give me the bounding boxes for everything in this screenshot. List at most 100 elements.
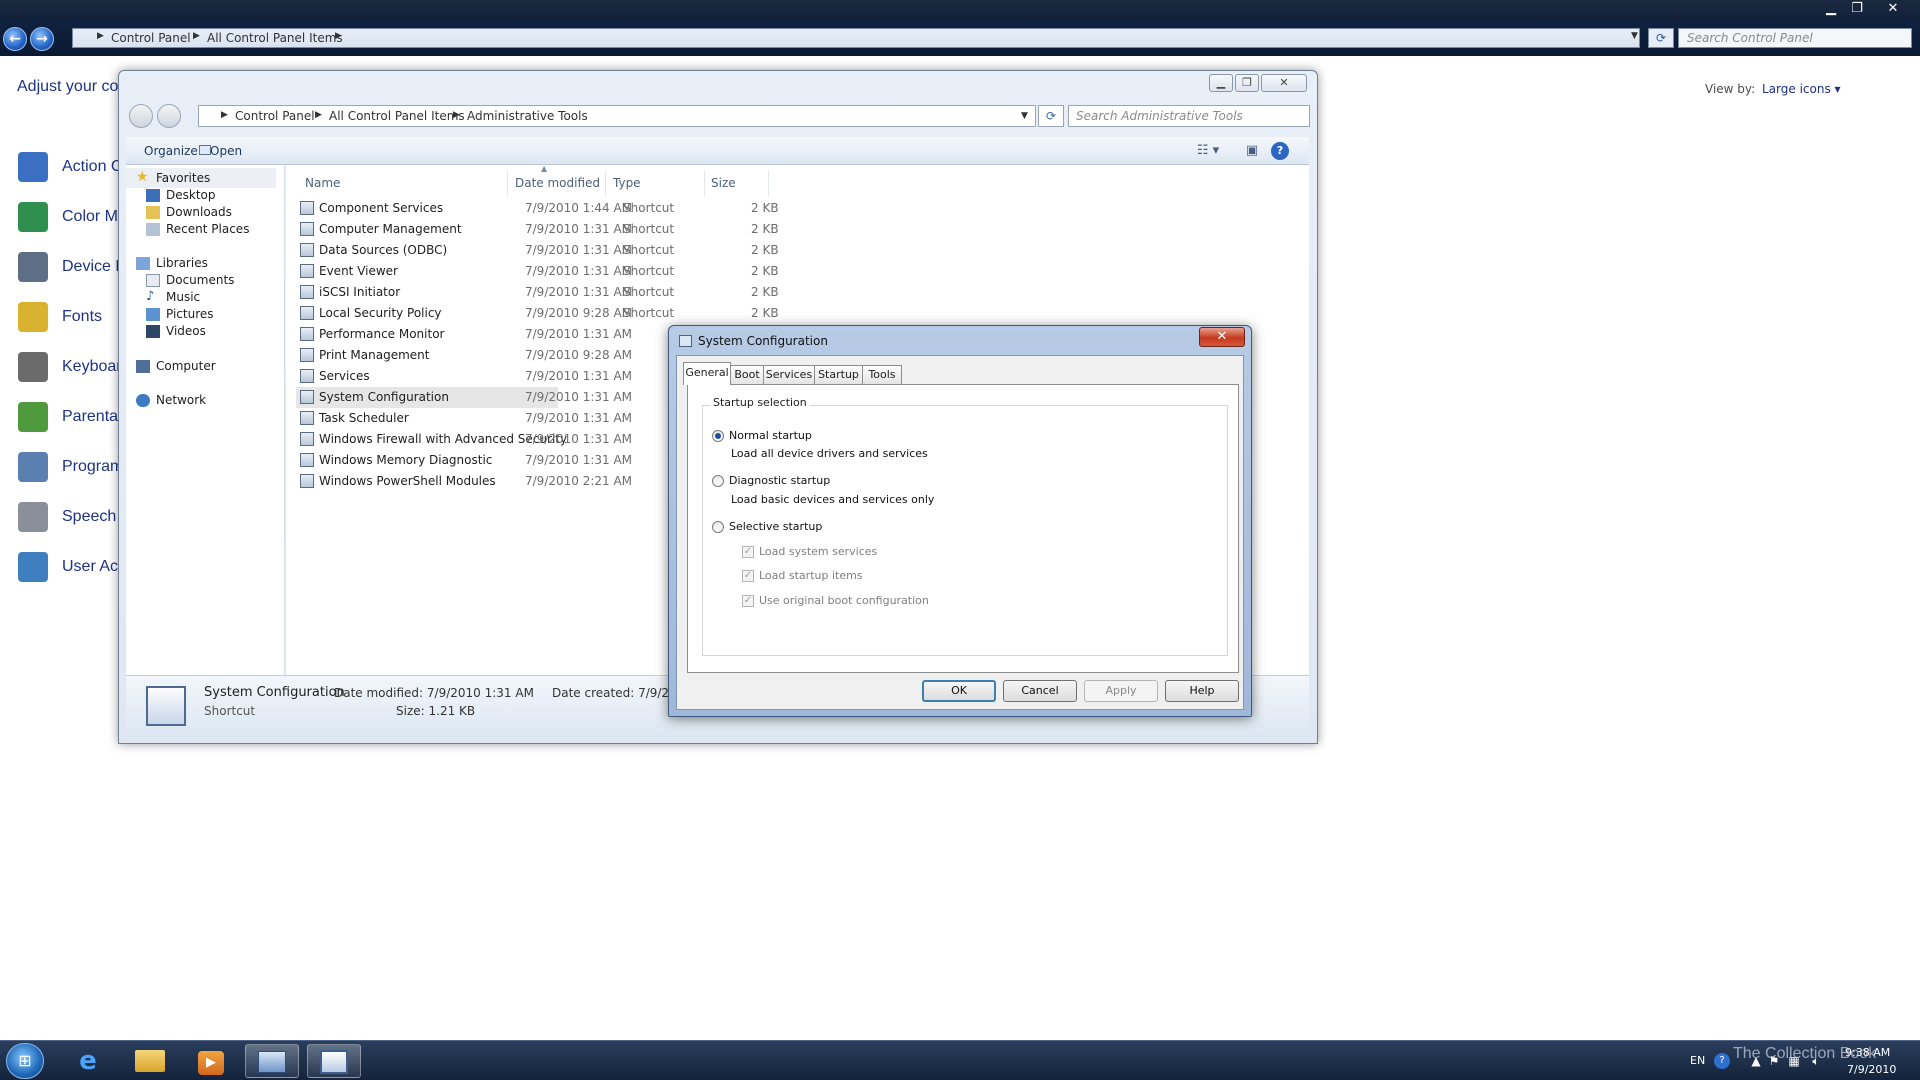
column-header-date[interactable]: Date modified (515, 176, 600, 190)
clock-date[interactable]: 7/9/2010 (1847, 1063, 1896, 1076)
file-date-modified: 7/9/2010 1:31 AM (525, 222, 633, 236)
control-panel-item-label: Keyboar (62, 358, 122, 375)
msconfig-icon (679, 335, 692, 347)
file-row[interactable]: Computer Management 7/9/2010 1:31 AM Short… (296, 219, 1096, 240)
search-input[interactable]: Search Administrative Tools (1068, 105, 1310, 127)
tab-general[interactable]: General (683, 362, 731, 385)
taskbar: ⊞ e ▶ EN ? ▲ ⚑ ▦ 🔈︎ 9:38 AM 7/9/2010 (0, 1040, 1920, 1080)
address-bar[interactable]: ▶ Control Panel ▶ All Control Panel Item… (198, 105, 1036, 127)
chevron-down-icon[interactable]: ▼ (1631, 31, 1638, 41)
open-button[interactable]: Open (210, 144, 242, 158)
help-button[interactable]: Help (1165, 680, 1239, 702)
use-original-boot-checkbox[interactable]: ✓ (742, 595, 754, 607)
downloads-folder-icon (146, 206, 160, 219)
forward-button[interactable] (157, 104, 181, 128)
file-name: Windows Memory Diagnostic (319, 453, 493, 467)
selective-startup-radio[interactable] (712, 521, 724, 533)
diagnostic-startup-label[interactable]: Diagnostic startup (729, 474, 830, 487)
media-player-icon[interactable]: ▶ (184, 1044, 238, 1078)
tab-startup[interactable]: Startup (814, 365, 863, 384)
normal-startup-label[interactable]: Normal startup (729, 429, 812, 442)
shortcut-icon (300, 264, 314, 278)
restore-icon[interactable]: ❐ (1235, 74, 1259, 92)
back-button[interactable]: ← (3, 27, 27, 51)
file-date-modified: 7/9/2010 1:31 AM (525, 432, 633, 446)
file-name: Data Sources (ODBC) (319, 243, 448, 257)
chevron-right-icon: ▶ (453, 110, 460, 120)
file-name: iSCSI Initiator (319, 285, 401, 299)
normal-startup-desc: Load all device drivers and services (731, 447, 928, 460)
file-size: 2 KB (751, 201, 779, 215)
breadcrumb-all-items[interactable]: All Control Panel Items (207, 31, 343, 45)
file-date-modified: 7/9/2010 1:31 AM (525, 243, 633, 257)
cancel-button[interactable]: Cancel (1003, 680, 1077, 702)
file-date-modified: 7/9/2010 9:28 AM (525, 306, 633, 320)
system-configuration-taskbar-button[interactable] (307, 1044, 361, 1078)
start-button[interactable]: ⊞ (6, 1043, 44, 1079)
breadcrumb-all-items[interactable]: All Control Panel Items (329, 109, 465, 123)
file-row[interactable]: Data Sources (ODBC) 7/9/2010 1:31 AM Short… (296, 240, 1096, 261)
file-name: Local Security Policy (319, 306, 442, 320)
forward-button[interactable]: → (30, 27, 54, 51)
control-panel-taskbar-button[interactable] (245, 1044, 299, 1078)
general-tab-panel: Startup selection Normal startup Load al… (687, 384, 1239, 673)
language-indicator[interactable]: EN (1690, 1054, 1705, 1067)
view-by-dropdown[interactable]: Large icons ▾ (1762, 82, 1841, 96)
page-title: Adjust your co (17, 78, 119, 95)
libraries-icon (136, 257, 150, 270)
close-icon[interactable]: ✕ (1870, 0, 1916, 18)
load-startup-items-checkbox[interactable]: ✓ (742, 570, 754, 582)
file-type: Shortcut (623, 201, 675, 215)
file-row[interactable]: Event Viewer 7/9/2010 1:31 AM Shortcut 2 KB (296, 261, 1096, 282)
tab-tools[interactable]: Tools (862, 365, 902, 384)
breadcrumb-administrative-tools[interactable]: Administrative Tools (467, 109, 588, 123)
chevron-down-icon[interactable]: ▼ (1021, 111, 1028, 121)
close-button[interactable]: ✕ (1199, 327, 1245, 347)
diagnostic-startup-radio[interactable] (712, 475, 724, 487)
network-icon (136, 394, 150, 407)
details-kind: Shortcut (204, 704, 256, 718)
control-panel-search-input[interactable]: Search Control Panel (1678, 28, 1912, 48)
file-row[interactable]: System Configuration 7/9/2010 1:31 AM (296, 387, 632, 408)
dialog-title: System Configuration (698, 334, 828, 348)
apply-button[interactable]: Apply (1084, 680, 1158, 702)
column-header-size[interactable]: Size (711, 176, 736, 190)
column-header-name[interactable]: Name (305, 176, 340, 190)
internet-explorer-icon[interactable]: e (61, 1044, 115, 1078)
tab-boot[interactable]: Boot (730, 365, 764, 384)
breadcrumb-control-panel[interactable]: Control Panel (235, 109, 315, 123)
file-row[interactable]: Component Services 7/9/2010 1:44 AM Shortc… (296, 198, 1096, 219)
refresh-icon[interactable]: ⟳ (1038, 105, 1064, 127)
tab-services[interactable]: Services (763, 365, 815, 384)
normal-startup-radio[interactable] (712, 430, 724, 442)
file-name: Windows PowerShell Modules (319, 474, 496, 488)
close-icon[interactable]: ✕ (1261, 74, 1307, 92)
file-row[interactable]: iSCSI Initiator 7/9/2010 1:31 AM Shortcut 2… (296, 282, 1096, 303)
load-system-services-label: Load system services (759, 545, 878, 558)
minimize-icon[interactable]: ▁ (1818, 0, 1844, 18)
minimize-icon[interactable]: ▁ (1209, 74, 1233, 92)
column-header-type[interactable]: Type (613, 176, 641, 190)
breadcrumb-control-panel[interactable]: Control Panel (111, 31, 191, 45)
sort-up-icon: ▲ (541, 164, 548, 173)
details-name: System Configuration (204, 685, 345, 700)
refresh-icon[interactable]: ⟳ (1648, 28, 1674, 48)
shortcut-icon (300, 348, 314, 362)
restore-icon[interactable]: ❐ (1844, 0, 1870, 18)
control-panel-item-label: Color M (62, 208, 119, 225)
load-system-services-checkbox[interactable]: ✓ (742, 546, 754, 558)
file-name: Component Services (319, 201, 444, 215)
view-by-label: View by: (1705, 82, 1756, 96)
back-button[interactable] (129, 104, 153, 128)
preview-pane-icon[interactable]: ▣ (1243, 142, 1261, 160)
selective-startup-label[interactable]: Selective startup (729, 520, 822, 533)
help-tray-icon[interactable]: ? (1714, 1053, 1730, 1069)
file-row[interactable]: Local Security Policy 7/9/2010 9:28 AM Sho… (296, 303, 1096, 324)
help-icon[interactable]: ? (1271, 142, 1289, 160)
windows-explorer-icon[interactable] (123, 1044, 177, 1078)
control-panel-item-icon (18, 352, 48, 382)
change-view-icon[interactable]: ☷ ▾ (1193, 142, 1223, 160)
control-panel-address-bar[interactable]: ▶ Control Panel ▶ All Control Panel Item… (72, 28, 1640, 48)
ok-button[interactable]: OK (922, 680, 996, 702)
file-name: Computer Management (319, 222, 462, 236)
